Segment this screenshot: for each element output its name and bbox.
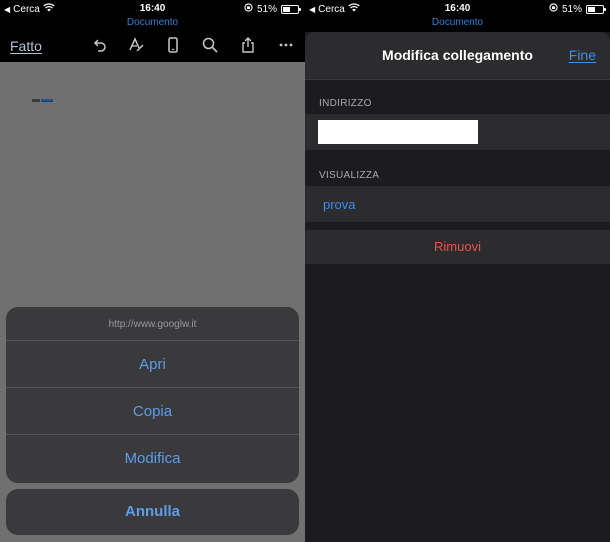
done-button[interactable]: Fatto: [10, 38, 42, 54]
document-title: Documento: [126, 17, 179, 28]
display-section-label: VISUALIZZA: [319, 170, 380, 181]
address-input[interactable]: [318, 120, 478, 144]
modal-header: Modifica collegamento Fine: [305, 32, 610, 80]
open-link-button[interactable]: Apri: [6, 341, 299, 388]
phone-view-icon[interactable]: [164, 36, 182, 54]
document-link-text[interactable]: [32, 99, 54, 103]
search-icon[interactable]: [201, 36, 219, 54]
more-icon[interactable]: [277, 36, 295, 54]
status-bar: ◀ Cerca 16:40 51%: [305, 0, 610, 18]
address-row: [305, 114, 610, 150]
share-icon[interactable]: [239, 36, 257, 54]
battery-icon: [586, 4, 606, 14]
remove-link-button[interactable]: Rimuovi: [305, 230, 610, 264]
display-row[interactable]: prova: [305, 186, 610, 222]
right-screen: ◀ Cerca 16:40 51% Documento Modifica col…: [305, 0, 610, 542]
undo-icon[interactable]: [90, 36, 108, 54]
document-title: Documento: [431, 17, 484, 28]
orientation-lock-icon: [244, 3, 253, 15]
edit-link-button[interactable]: Modifica: [6, 435, 299, 482]
pen-icon[interactable]: [127, 36, 145, 54]
document-toolbar: Fatto: [0, 30, 305, 62]
battery-icon: [281, 4, 301, 14]
display-text-input[interactable]: prova: [323, 197, 356, 212]
left-screen: ◀ Cerca 16:40 51% Documento Fatto http:/…: [0, 0, 305, 542]
orientation-lock-icon: [549, 3, 558, 15]
status-bar: ◀ Cerca 16:40 51%: [0, 0, 305, 18]
done-button[interactable]: Fine: [569, 47, 596, 63]
modal-title: Modifica collegamento: [382, 47, 533, 63]
copy-link-button[interactable]: Copia: [6, 388, 299, 435]
cancel-button[interactable]: Annulla: [6, 489, 299, 535]
battery-percent: 51%: [256, 3, 277, 15]
link-action-sheet: http://www.googlw.it Apri Copia Modifica: [6, 307, 299, 483]
address-section-label: INDIRIZZO: [319, 98, 372, 109]
edit-link-modal: Modifica collegamento Fine INDIRIZZO VIS…: [305, 32, 610, 542]
link-url: http://www.googlw.it: [6, 307, 299, 341]
battery-percent: 51%: [561, 3, 582, 15]
